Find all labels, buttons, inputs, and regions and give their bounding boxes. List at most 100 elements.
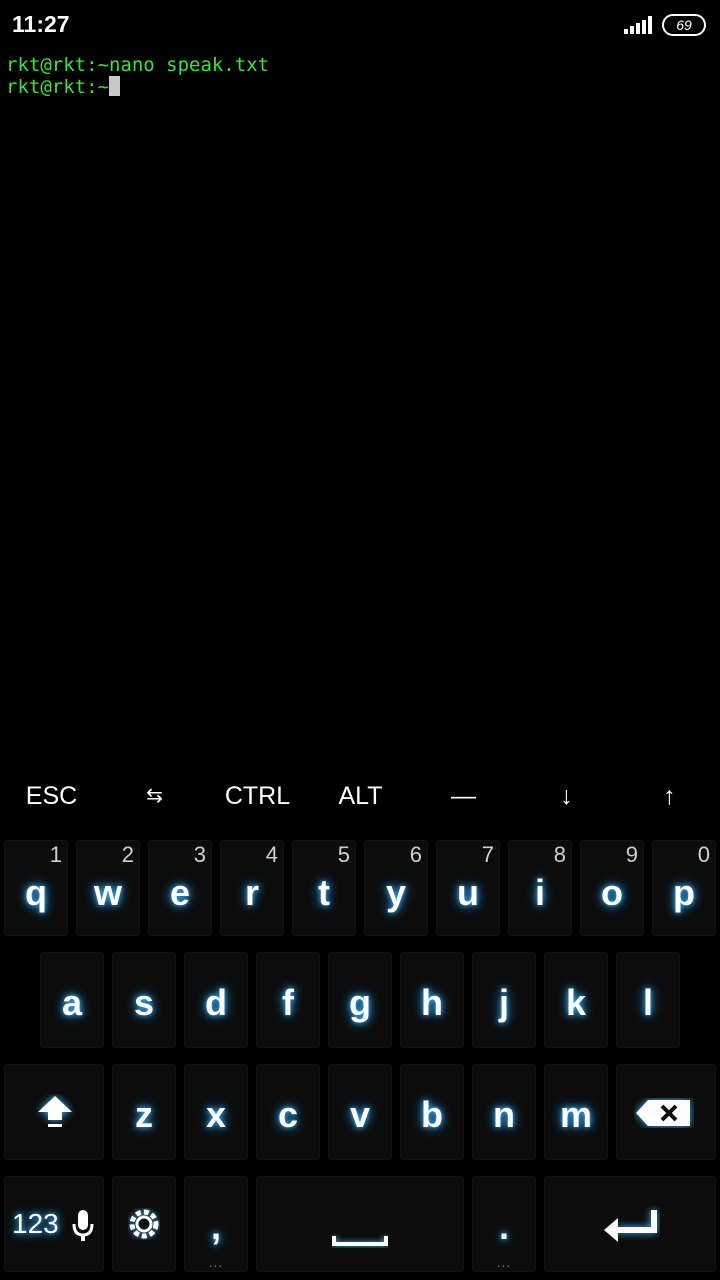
key-q[interactable]: 1q [4, 840, 68, 936]
key-r[interactable]: 4r [220, 840, 284, 936]
key-c[interactable]: c [256, 1064, 320, 1160]
key-y[interactable]: 6y [364, 840, 428, 936]
key-v[interactable]: v [328, 1064, 392, 1160]
status-bar: 11:27 69 [0, 0, 720, 52]
microphone-icon [72, 1210, 94, 1241]
key-label: e [169, 872, 191, 913]
key-x[interactable]: x [184, 1064, 248, 1160]
key-hint: 1 [49, 842, 62, 867]
terminal-line: rkt@rkt:~nano speak.txt [6, 54, 270, 76]
arrow-up-key[interactable]: ↑ [618, 768, 720, 824]
key-label: q [25, 872, 47, 913]
comma-key[interactable]: , ... [184, 1176, 248, 1272]
key-o[interactable]: 9o [580, 840, 644, 936]
shift-icon [38, 1096, 72, 1127]
key-k[interactable]: k [544, 952, 608, 1048]
signal-bars-icon [624, 16, 652, 34]
shift-key[interactable] [4, 1064, 104, 1160]
key-hint: 0 [697, 842, 710, 867]
settings-key[interactable] [112, 1176, 176, 1272]
space-bar-icon [332, 1236, 388, 1246]
clock: 11:27 [12, 11, 70, 37]
key-w[interactable]: 2w [76, 840, 140, 936]
tab-key[interactable]: ⇆ [103, 768, 206, 824]
esc-key[interactable]: ESC [0, 768, 103, 824]
ctrl-key[interactable]: CTRL [206, 768, 309, 824]
key-label: z [135, 1094, 153, 1135]
key-label: v [349, 1094, 371, 1135]
backspace-icon [636, 1100, 690, 1126]
more-keys-indicator: ... [496, 1256, 512, 1270]
key-h[interactable]: h [400, 952, 464, 1048]
key-a[interactable]: a [40, 952, 104, 1048]
key-label: g [349, 982, 371, 1023]
key-u[interactable]: 7u [436, 840, 500, 936]
key-hint: 3 [193, 842, 206, 867]
key-label: m [559, 1094, 592, 1135]
battery-icon: 69 [662, 14, 706, 36]
alt-key[interactable]: ALT [309, 768, 412, 824]
key-hint: 6 [409, 842, 422, 867]
enter-key[interactable] [544, 1176, 716, 1272]
terminal-prompt: rkt@rkt:~ [6, 76, 109, 98]
key-label: , [210, 1206, 221, 1247]
key-label: y [385, 872, 407, 913]
key-label: . [498, 1206, 509, 1247]
key-j[interactable]: j [472, 952, 536, 1048]
key-l[interactable]: l [616, 952, 680, 1048]
key-s[interactable]: s [112, 952, 176, 1048]
key-label: s [133, 982, 155, 1023]
terminal-view[interactable]: rkt@rkt:~nano speak.txt rkt@rkt:~ [6, 54, 714, 98]
key-label: n [493, 1094, 515, 1135]
key-hint: 5 [337, 842, 350, 867]
key-label: o [601, 872, 623, 913]
key-label: w [93, 872, 122, 913]
key-g[interactable]: g [328, 952, 392, 1048]
key-label: k [565, 982, 587, 1023]
key-label: h [421, 982, 443, 1023]
key-label: u [457, 872, 479, 913]
key-b[interactable]: b [400, 1064, 464, 1160]
key-t[interactable]: 5t [292, 840, 356, 936]
key-label: t [318, 872, 330, 913]
key-i[interactable]: 8i [508, 840, 572, 936]
period-key[interactable]: . ... [472, 1176, 536, 1272]
key-label: i [534, 872, 545, 913]
dash-key[interactable]: — [412, 768, 515, 824]
key-d[interactable]: d [184, 952, 248, 1048]
key-label: a [61, 982, 83, 1023]
arrow-down-key[interactable]: ↓ [515, 768, 618, 824]
extra-keys-row: ESC ⇆ CTRL ALT — ↓ ↑ [0, 768, 720, 824]
key-label: r [244, 872, 259, 913]
gear-icon [129, 1209, 159, 1239]
key-e[interactable]: 3e [148, 840, 212, 936]
numbers-mic-key[interactable]: 123 [4, 1176, 104, 1272]
key-z[interactable]: z [112, 1064, 176, 1160]
key-label: b [421, 1094, 443, 1135]
key-label: c [277, 1094, 299, 1135]
terminal-cursor [108, 76, 120, 96]
key-f[interactable]: f [256, 952, 320, 1048]
key-p[interactable]: 0p [652, 840, 716, 936]
more-keys-indicator: ... [208, 1256, 224, 1270]
soft-keyboard: 1q 2w 3e 4r 5t 6y 7u 8i 9o 0p a s d f g … [0, 834, 720, 1280]
key-label: f [282, 982, 294, 1023]
enter-icon [604, 1210, 657, 1242]
key-hint: 9 [625, 842, 638, 867]
key-hint: 4 [265, 842, 278, 867]
key-label: p [673, 872, 695, 913]
key-label: j [498, 982, 509, 1023]
numbers-label: 123 [12, 1208, 59, 1239]
backspace-key[interactable] [616, 1064, 716, 1160]
key-label: l [642, 982, 653, 1023]
space-key[interactable] [256, 1176, 464, 1272]
key-hint: 7 [481, 842, 494, 867]
key-label: x [205, 1094, 227, 1135]
key-hint: 2 [121, 842, 134, 867]
terminal-prompt-line: rkt@rkt:~ [6, 76, 714, 98]
battery-level: 69 [676, 17, 692, 33]
key-label: d [205, 982, 227, 1023]
key-hint: 8 [553, 842, 566, 867]
key-n[interactable]: n [472, 1064, 536, 1160]
key-m[interactable]: m [544, 1064, 608, 1160]
